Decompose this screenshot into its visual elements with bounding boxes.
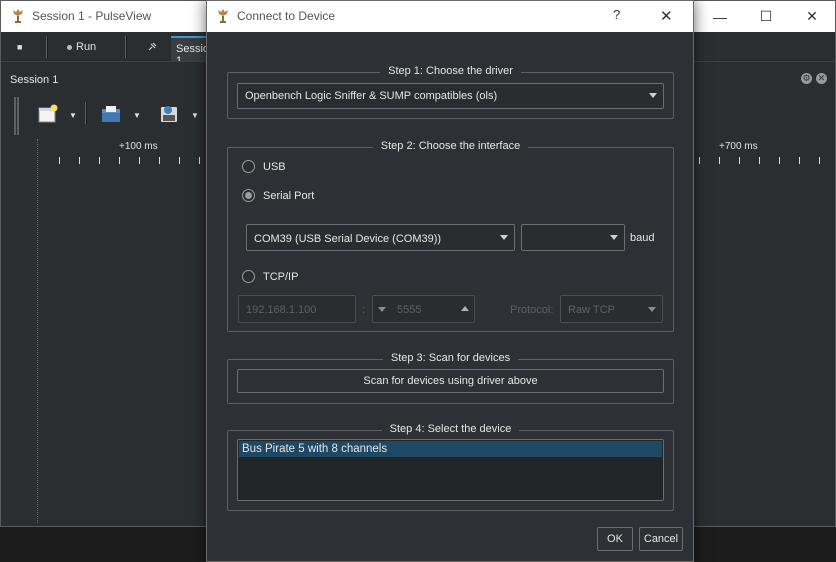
ruler-tick	[739, 157, 740, 164]
ruler-tick	[699, 157, 700, 164]
ruler-tick	[799, 157, 800, 164]
ruler-tick	[99, 157, 100, 164]
ruler-tick	[179, 157, 180, 164]
chevron-down-icon	[648, 307, 656, 312]
trace-area-divider	[37, 139, 38, 523]
close-icon[interactable]: ✕	[660, 7, 673, 25]
chevron-down-icon	[610, 235, 618, 240]
toolbar-separator	[85, 102, 87, 124]
chevron-down-icon	[500, 235, 508, 240]
pulseview-logo-icon	[218, 9, 228, 23]
minimize-icon: —	[713, 8, 727, 25]
ruler-label: +700 ms	[719, 141, 758, 152]
step1-title: Step 1: Choose the driver	[380, 65, 521, 77]
open-file-icon[interactable]	[100, 103, 122, 125]
baud-select[interactable]	[521, 224, 625, 251]
tcp-host-input[interactable]: 192.168.1.100	[238, 295, 356, 323]
pin-icon	[148, 42, 157, 51]
serial-port-select-value: COM39 (USB Serial Device (COM39))	[254, 233, 442, 245]
maximize-icon: ☐	[759, 8, 773, 24]
device-item-label: Bus Pirate 5 with 8 channels	[242, 443, 388, 455]
cancel-button-label: Cancel	[643, 533, 679, 545]
ruler-label: +100 ms	[119, 141, 158, 152]
help-icon[interactable]: ?	[613, 7, 620, 22]
step4-title: Step 4: Select the device	[381, 423, 520, 435]
increment-icon[interactable]	[461, 306, 469, 311]
tab-session-1[interactable]: Session 1	[171, 36, 211, 61]
radio-icon	[242, 270, 255, 283]
ruler-tick	[759, 157, 760, 164]
toolbar-separator	[46, 36, 48, 58]
radio-checked-icon	[242, 189, 255, 202]
scan-devices-label: Scan for devices using driver above	[363, 375, 538, 387]
chevron-down-icon	[649, 93, 657, 98]
serial-port-radio-label: Serial Port	[263, 189, 315, 202]
radio-icon	[242, 160, 255, 173]
session-title: Session 1	[10, 74, 59, 86]
tcp-host-value: 192.168.1.100	[246, 304, 317, 316]
ruler-tick	[59, 157, 60, 164]
ruler-tick	[199, 157, 200, 164]
ruler-tick	[79, 157, 80, 164]
decrement-icon[interactable]	[378, 307, 386, 312]
ruler-tick	[779, 157, 780, 164]
new-session-icon[interactable]	[37, 103, 59, 125]
maximize-button[interactable]: ☐	[743, 1, 789, 32]
serial-port-select[interactable]: COM39 (USB Serial Device (COM39))	[246, 224, 515, 251]
close-session-icon[interactable]: ✕	[816, 73, 827, 84]
scan-devices-button[interactable]: Scan for devices using driver above	[237, 369, 664, 393]
chevron-down-icon[interactable]: ▼	[133, 111, 141, 120]
baud-label: baud	[630, 232, 655, 244]
ruler-tick	[719, 157, 720, 164]
tcp-port-spinbox[interactable]: 5555	[372, 295, 475, 323]
pulseview-logo-icon	[13, 9, 23, 23]
stop-button[interactable]: ■	[17, 38, 22, 56]
float-tab-icon[interactable]: ⚙	[801, 73, 812, 84]
main-window-title: Session 1 - PulseView	[32, 9, 152, 23]
close-window-button[interactable]: ✕	[789, 1, 835, 32]
protocol-select[interactable]: Raw TCP	[560, 295, 663, 323]
toolbar-grip-handle[interactable]	[14, 97, 19, 135]
close-icon: ✕	[806, 8, 818, 24]
ruler-tick	[159, 157, 160, 164]
dialog-title: Connect to Device	[237, 9, 336, 23]
chevron-down-icon[interactable]: ▼	[69, 111, 77, 120]
device-list[interactable]: Bus Pirate 5 with 8 channels	[237, 439, 664, 501]
usb-radio[interactable]: USB	[242, 160, 286, 173]
connect-device-dialog: Connect to Device ? ✕ Step 1: Choose the…	[206, 0, 694, 562]
driver-select[interactable]: Openbench Logic Sniffer & SUMP compatibl…	[237, 83, 664, 109]
ok-button-label: OK	[607, 533, 623, 545]
save-file-icon[interactable]	[158, 103, 180, 125]
run-label: Run	[76, 41, 97, 53]
cancel-button[interactable]: Cancel	[639, 527, 683, 551]
list-item[interactable]: Bus Pirate 5 with 8 channels	[239, 441, 662, 457]
tcpip-radio-label: TCP/IP	[263, 270, 299, 283]
stop-icon: ■	[17, 42, 23, 52]
usb-radio-label: USB	[263, 160, 286, 173]
step2-title: Step 2: Choose the interface	[372, 140, 529, 152]
serial-port-radio[interactable]: Serial Port	[242, 189, 314, 202]
step3-title: Step 3: Scan for devices	[382, 352, 519, 364]
run-dot-icon	[67, 44, 72, 50]
pin-button[interactable]	[147, 38, 157, 56]
toolbar-separator	[125, 36, 127, 58]
protocol-label: Protocol:	[510, 304, 554, 316]
ruler-tick	[139, 157, 140, 164]
protocol-select-value: Raw TCP	[568, 304, 615, 316]
driver-select-value: Openbench Logic Sniffer & SUMP compatibl…	[245, 90, 498, 102]
dialog-title-bar: Connect to Device ? ✕	[207, 1, 693, 32]
run-button[interactable]: Run	[67, 38, 96, 56]
minimize-button[interactable]: —	[697, 1, 743, 32]
ok-button[interactable]: OK	[597, 527, 633, 551]
host-port-separator: :	[362, 304, 366, 316]
tcp-port-value: 5555	[397, 304, 422, 316]
chevron-down-icon[interactable]: ▼	[191, 111, 199, 120]
tcpip-radio[interactable]: TCP/IP	[242, 270, 298, 283]
ruler-tick	[119, 157, 120, 164]
ruler-tick	[819, 157, 820, 164]
